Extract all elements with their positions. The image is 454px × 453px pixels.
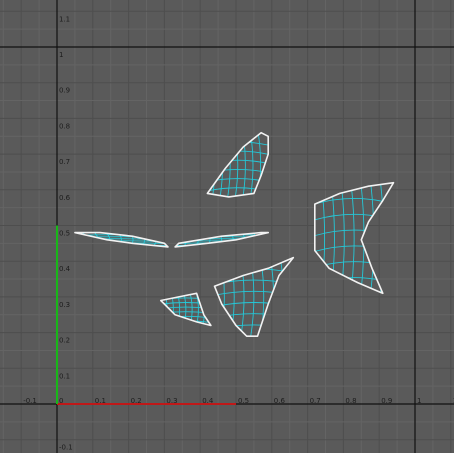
- u-tick-label: 0: [59, 397, 63, 405]
- u-tick-label: 0.6: [274, 397, 286, 405]
- u-tick-label: 0.3: [166, 397, 177, 405]
- uv-editor-viewport[interactable]: -0.1 0 0.1 0.2 0.3 0.4 0.5 0.6 0.7 0.8 0.9 1 1.1 -0.1…: [0, 0, 454, 453]
- v-tick-label: 0.6: [59, 194, 71, 202]
- v-tick-label: -0.1: [59, 444, 73, 452]
- u-tick-label: 0.5: [238, 397, 249, 405]
- u-tick-label: 0.1: [95, 397, 106, 405]
- v-tick-label: 0.5: [59, 230, 70, 238]
- v-tick-label: 0.4: [59, 265, 71, 273]
- v-tick-label: 0.1: [59, 372, 70, 380]
- v-tick-label: 0.8: [59, 122, 70, 130]
- v-tick-label: 0.9: [59, 87, 70, 95]
- u-tick-label: 0.4: [202, 397, 214, 405]
- u-tick-label: 0.8: [345, 397, 356, 405]
- u-tick-label: 0.2: [131, 397, 142, 405]
- v-tick-label: 1: [59, 51, 63, 59]
- canvas-background: [0, 0, 454, 453]
- u-tick-label: 0.7: [310, 397, 321, 405]
- u-tick-label: -0.1: [23, 397, 37, 405]
- v-tick-label: 0.7: [59, 158, 70, 166]
- u-tick-label: 1: [417, 397, 421, 405]
- v-tick-label: 0.2: [59, 337, 70, 345]
- uv-grid-canvas[interactable]: -0.1 0 0.1 0.2 0.3 0.4 0.5 0.6 0.7 0.8 0.9 1 1.1 -0.1…: [0, 0, 454, 453]
- u-tick-label: 0.9: [381, 397, 392, 405]
- v-tick-label: 1.1: [59, 15, 70, 23]
- v-tick-label: 0.3: [59, 301, 70, 309]
